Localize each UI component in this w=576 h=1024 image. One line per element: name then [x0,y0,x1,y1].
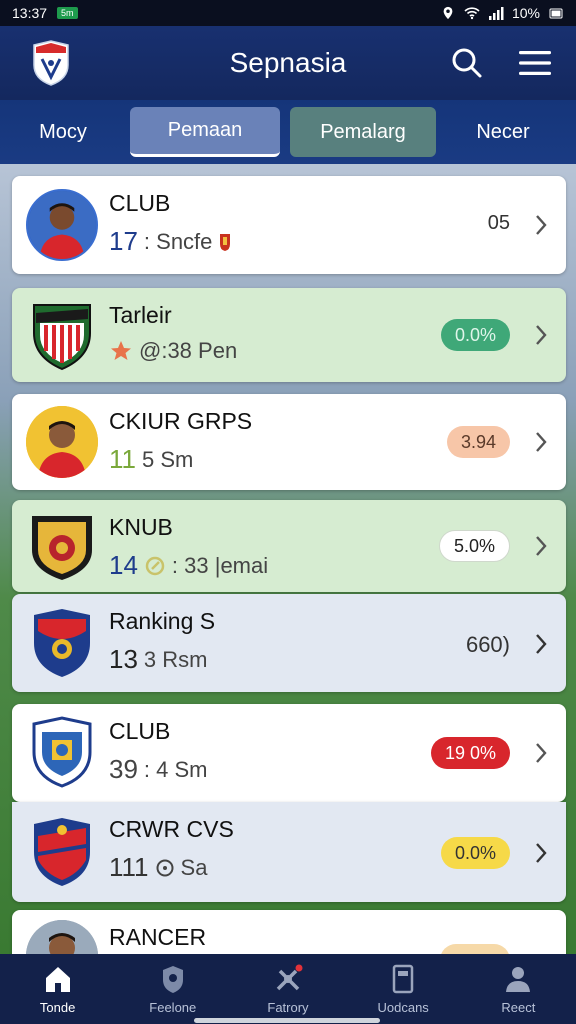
app-header: Sepnasia [0,26,576,100]
row-number: 39 [109,754,138,784]
list-item[interactable]: CLUB 39 : 4 Sm 19 0% [12,704,566,802]
nav-item-reect[interactable]: Reect [468,964,568,1015]
row-title: CLUB [109,190,171,216]
chevron-right-icon [536,432,547,452]
person-icon [506,966,531,992]
row-subtitle: 11 5 Sm [109,444,194,474]
nav-item-uodcans[interactable]: Uodcans [353,964,453,1015]
tab-mocy[interactable]: Mocy [6,107,120,157]
row-title: KNUB [109,514,173,540]
list-item[interactable]: Tarleir @:38 Pen 0.0% [12,288,566,382]
value-pill: 5.0% [438,530,510,562]
chevron-right-icon [536,743,547,763]
club-crest-icon [34,609,90,677]
location-icon [443,6,453,20]
search-button[interactable] [450,46,484,80]
list-item[interactable]: CKIUR GRPS 11 5 Sm 3.94 [12,394,566,490]
club-crest-icon [32,516,92,580]
tools-icon [276,964,303,990]
nav-label: Reect [501,999,536,1015]
signal-icon [488,7,504,20]
nav-item-fatrory[interactable]: Fatrory [238,964,338,1015]
row-subtitle: @:38 Pen [109,338,237,364]
value-pill: 3.94 [446,426,510,458]
row-title: CRWR CVS [109,816,234,842]
player-avatar [26,189,98,261]
row-title: RANCER [109,924,207,950]
app-logo[interactable] [30,39,72,87]
value-pill [440,944,510,954]
row-subtitle: 39 : 4 Sm [109,754,208,784]
tab-pemaan[interactable]: Pemaan [130,107,280,157]
home-icon [45,966,70,992]
tab-bar: Mocy Pemaan Pemalarg Necer [0,100,576,164]
chevron-right-icon [536,843,547,863]
row-number: 17 [109,226,138,256]
nav-item-home[interactable]: Tonde [8,964,108,1015]
clock-icon [156,859,174,876]
bottom-nav: Tonde Feelone Fatrory Uodcans Reect [0,954,576,1024]
row-number: 14 [109,550,138,580]
club-crest-icon [33,304,91,371]
shield-icon [162,965,183,993]
home-indicator[interactable] [194,1018,380,1023]
document-icon [392,964,414,993]
whistle-icon [145,556,165,575]
ranking-list: CLUB 17 : Sncfe 05 Tarleir @:38 Pen 0.0%… [0,164,576,954]
hamburger-menu-icon [519,51,551,75]
nav-label: Fatrory [267,999,309,1015]
list-item[interactable]: KNUB 14 : 33 |emai 5.0% [12,500,566,592]
club-crest-icon [34,818,90,886]
row-value: 660) [465,632,510,657]
chevron-right-icon [536,536,547,556]
search-icon [452,48,482,78]
status-bar: 13:37 5m 10% [0,0,576,26]
menu-button[interactable] [518,46,552,80]
tab-pemalarg[interactable]: Pemalarg [290,107,436,157]
value-pill: 0.0% [440,837,510,869]
value-pill: 0.0% [440,319,510,351]
status-badge: 5m [57,7,78,19]
chevron-right-icon [536,634,547,654]
status-time: 13:37 [12,5,48,21]
list-item[interactable]: RANCER [12,910,566,954]
nav-label: Feelone [149,999,197,1015]
row-number: 111 [109,852,149,882]
list-item[interactable]: Ranking S 13 3 Rsm 660) [12,594,566,692]
row-subtitle: 14 : 33 |emai [109,550,269,580]
chevron-right-icon [536,325,547,345]
row-title: CKIUR GRPS [109,408,253,434]
player-avatar [26,406,98,478]
tab-necer[interactable]: Necer [446,107,560,157]
row-subtitle: 111 Sa [109,852,208,882]
list-item[interactable]: CLUB 17 : Sncfe 05 [12,176,566,274]
row-number: 13 [109,644,138,674]
row-value: 05 [487,212,510,234]
chevron-right-icon [536,215,547,235]
nav-label: Uodcans [377,999,429,1015]
nav-label: Tonde [39,999,76,1015]
row-number: 11 [109,444,136,474]
row-subtitle: 17 : Sncfe [109,226,232,257]
wifi-icon [464,7,480,20]
row-title: Ranking S [109,608,216,634]
battery-level: 10% [511,5,540,21]
star-icon [111,341,131,360]
row-subtitle: 13 3 Rsm [109,644,208,674]
nav-item-feelone[interactable]: Feelone [123,964,223,1015]
club-crest-icon [32,716,92,788]
list-item[interactable]: CRWR CVS 111 Sa 0.0% [12,802,566,902]
value-pill: 19 0% [430,737,510,769]
row-title: Tarleir [109,302,172,328]
player-avatar [26,920,98,954]
badge-icon [220,233,231,251]
battery-icon [549,8,563,19]
row-title: CLUB [109,718,171,744]
